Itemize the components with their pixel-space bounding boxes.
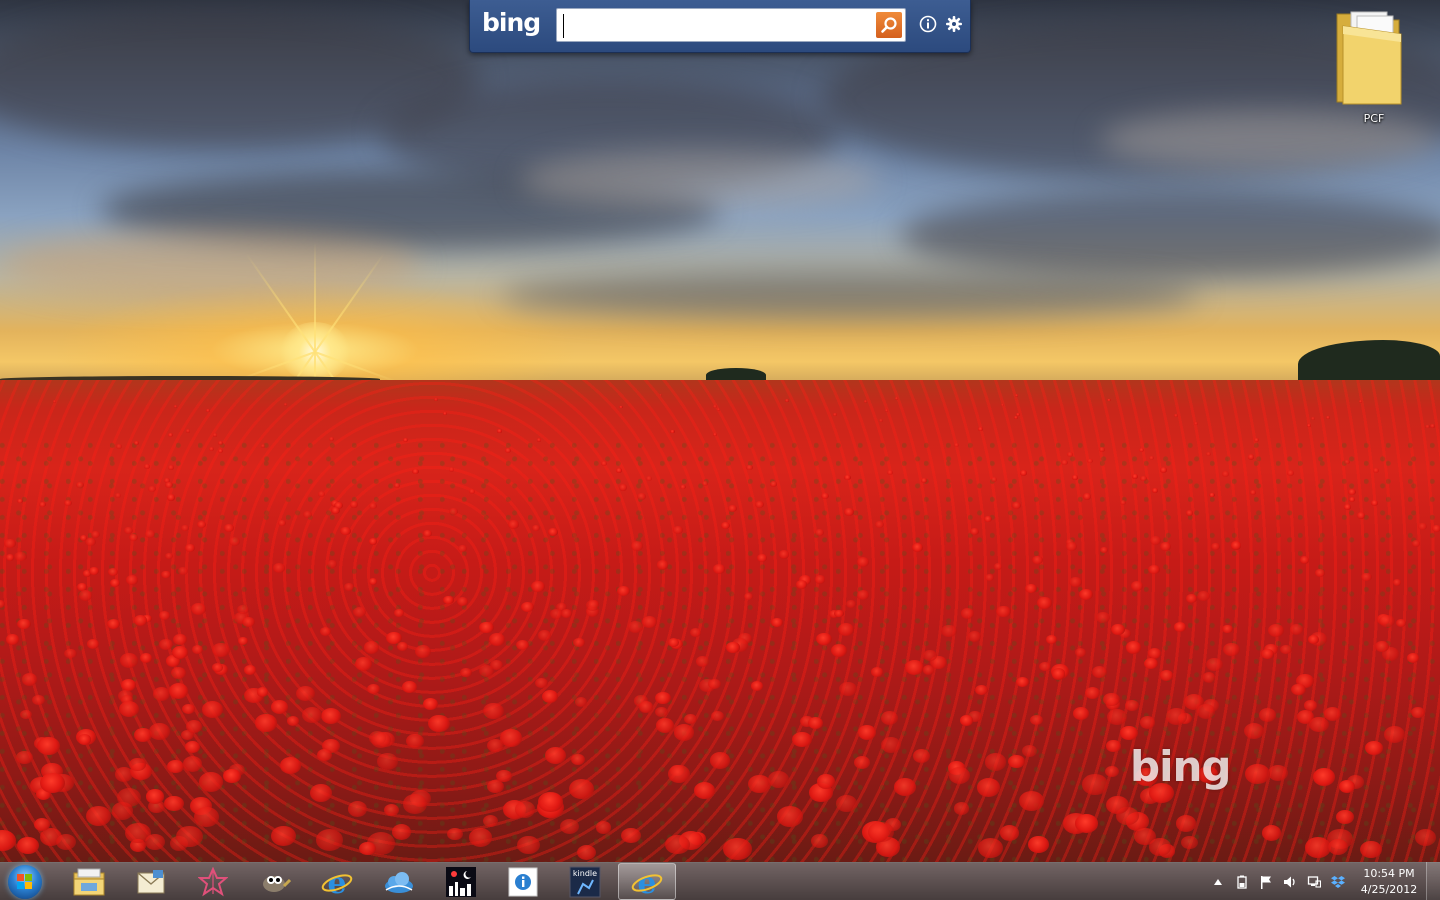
mail-icon [137,869,165,893]
taskbar-clock[interactable]: 10:54 PM 4/25/2012 [1352,866,1426,898]
desktop-icon-label: PCF [1363,112,1385,125]
bing-watermark: bing [1130,742,1231,791]
bing-search-box[interactable] [556,8,906,42]
bing-logo: bing [482,8,541,37]
speaker-icon [1284,876,1295,888]
bing-settings-button[interactable] [944,14,964,34]
desktop-icon-pcf[interactable]: PCF [1329,4,1419,125]
tray-dropbox[interactable] [1331,875,1345,889]
kindle-icon: kindle [569,866,601,897]
taskbar-info-app[interactable] [494,863,552,900]
taskbar-windows-explorer[interactable] [60,863,118,900]
svg-text:e: e [637,866,656,898]
taskbar-mail-app[interactable] [122,863,180,900]
taskbar-kindle[interactable]: kindle [556,863,614,900]
start-button[interactable] [8,865,42,899]
folder-icon [1336,11,1402,105]
kindle-label: kindle [573,869,597,878]
tray-show-hidden-button[interactable] [1211,875,1225,889]
battery-icon [1237,875,1247,889]
gimp-icon [263,875,291,892]
info-icon [919,15,937,33]
internet-explorer-icon: e [631,866,663,898]
windows-logo-icon [17,874,32,889]
clock-time: 10:54 PM [1363,867,1415,880]
info-icon [508,867,538,896]
gear-icon [946,16,962,32]
bing-info-button[interactable] [918,14,938,34]
tray-network[interactable] [1307,875,1321,889]
cloud-icon [385,871,413,893]
network-icon [1307,876,1321,888]
flag-icon [1261,876,1271,889]
bing-search-input[interactable] [563,14,868,38]
taskbar-star-app[interactable] [184,863,242,900]
clock-date: 4/25/2012 [1360,883,1418,896]
taskbar: e kindle e [0,862,1440,900]
chevron-up-icon [1214,879,1222,885]
taskbar-weather-app[interactable] [432,863,490,900]
dropbox-icon [1331,876,1345,888]
taskbar-gimp[interactable] [246,863,304,900]
internet-explorer-icon: e [321,866,353,898]
taskbar-internet-explorer-active[interactable]: e [618,863,676,900]
star-app-icon [198,866,228,896]
night-city-icon [446,866,476,897]
bing-search-gadget: bing [469,0,971,53]
taskbar-internet-explorer[interactable]: e [308,863,366,900]
show-desktop-button[interactable] [1426,862,1440,900]
tray-battery[interactable] [1235,875,1249,889]
tray-action-center[interactable] [1259,875,1273,889]
desktop[interactable]: bing bing PCF e kindle e 10:54 PM 4/25/2… [0,0,1440,900]
svg-text:e: e [327,866,346,898]
taskbar-skydrive[interactable] [370,863,428,900]
bing-search-button[interactable] [876,12,902,38]
tray-volume[interactable] [1283,875,1297,889]
wallpaper-sky [0,0,1440,502]
search-icon [881,17,897,33]
folder-icon [73,868,105,895]
wallpaper: bing [0,0,1440,900]
